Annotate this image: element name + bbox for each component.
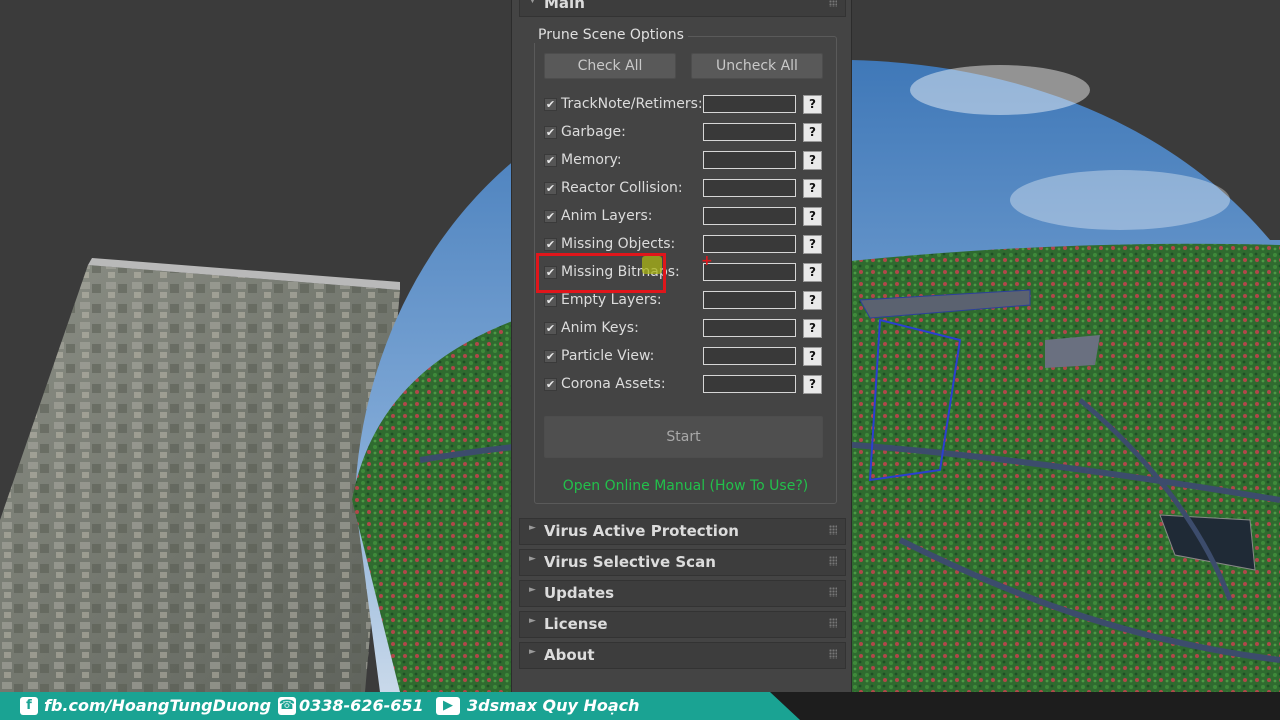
cursor-highlight [642,256,662,274]
option-label: Particle View: [561,348,655,364]
prune-option-row: ✔ Empty Layers:? [544,290,828,312]
rollout-header[interactable]: ► Virus Active Protection [519,518,846,545]
rollout-main[interactable]: ▼ Main [519,0,846,17]
option-checkbox[interactable]: ✔ [544,182,557,195]
rollout-title: Main [544,0,585,12]
help-button[interactable]: ? [803,291,822,310]
option-result-field[interactable] [703,347,796,365]
crosshair-marker-icon: + [701,253,713,269]
option-label: Missing Objects: [561,236,676,252]
help-button[interactable]: ? [803,319,822,338]
option-checkbox[interactable]: ✔ [544,98,557,111]
drag-grip-icon [829,525,837,535]
option-label: Empty Layers: [561,292,662,308]
option-result-field[interactable] [703,207,796,225]
drag-grip-icon [829,556,837,566]
prune-option-row: ✔ Reactor Collision:? [544,178,828,200]
expand-arrow-icon: ► [529,554,536,564]
option-result-field[interactable] [703,375,796,393]
group-title: Prune Scene Options [534,27,688,43]
start-button[interactable]: Start [544,416,823,458]
option-result-field[interactable] [703,179,796,197]
facebook-icon: f [20,697,38,715]
option-label: TrackNote/Retimers: [561,96,703,112]
option-label: Reactor Collision: [561,180,683,196]
rollout-title: Updates [544,584,615,602]
prune-option-row: ✔ Particle View:? [544,346,828,368]
collapse-arrow-icon: ▼ [529,0,536,5]
drag-grip-icon [829,587,837,597]
option-result-field[interactable] [703,151,796,169]
prune-option-row: ✔ Memory:? [544,150,828,172]
phone-number: 0338-626-651 [299,696,424,715]
option-checkbox[interactable]: ✔ [544,378,557,391]
footer-bar: f fb.com/HoangTungDuong ☎ 0338-626-651 ▶… [0,692,1280,720]
prune-option-row: ✔ TrackNote/Retimers:? [544,94,828,116]
rollout-title: Virus Selective Scan [544,553,716,571]
rollout-header[interactable]: ► About [519,642,846,669]
facebook-link[interactable]: fb.com/HoangTungDuong [44,696,271,715]
youtube-channel[interactable]: 3dsmax Quy Hoạch [467,696,640,715]
online-manual-link[interactable]: Open Online Manual (How To Use?) [534,478,837,494]
drag-grip-icon [829,649,837,659]
drag-grip-icon [829,618,837,628]
option-checkbox[interactable]: ✔ [544,350,557,363]
option-label: Garbage: [561,124,626,140]
prune-option-row: ✔ Garbage:? [544,122,828,144]
help-button[interactable]: ? [803,151,822,170]
option-checkbox[interactable]: ✔ [544,126,557,139]
help-button[interactable]: ? [803,123,822,142]
option-checkbox[interactable]: ✔ [544,154,557,167]
option-label: Corona Assets: [561,376,666,392]
prune-scene-panel: ▼ Main Prune Scene Options Check All Unc… [511,0,852,692]
help-button[interactable]: ? [803,347,822,366]
option-checkbox[interactable]: ✔ [544,294,557,307]
rollout-header[interactable]: ► Updates [519,580,846,607]
phone-icon: ☎ [278,697,296,715]
help-button[interactable]: ? [803,263,822,282]
help-button[interactable]: ? [803,375,822,394]
option-checkbox[interactable]: ✔ [544,210,557,223]
option-result-field[interactable] [703,263,796,281]
prune-option-row: ✔ Anim Keys:? [544,318,828,340]
option-label: Memory: [561,152,622,168]
uncheck-all-button[interactable]: Uncheck All [691,53,823,79]
prune-option-row: ✔ Corona Assets:? [544,374,828,396]
rollout-title: License [544,615,608,633]
rollout-header[interactable]: ► Virus Selective Scan [519,549,846,576]
check-all-button[interactable]: Check All [544,53,676,79]
option-checkbox[interactable]: ✔ [544,322,557,335]
option-checkbox[interactable]: ✔ [544,238,557,251]
rollout-header[interactable]: ► License [519,611,846,638]
expand-arrow-icon: ► [529,616,536,626]
option-result-field[interactable] [703,235,796,253]
rollout-title: About [544,646,595,664]
help-button[interactable]: ? [803,207,822,226]
rollout-title: Virus Active Protection [544,522,739,540]
option-label: Anim Keys: [561,320,639,336]
option-label: Anim Layers: [561,208,653,224]
prune-option-row: ✔ Anim Layers:? [544,206,828,228]
help-button[interactable]: ? [803,179,822,198]
drag-grip-icon [829,0,837,7]
help-button[interactable]: ? [803,235,822,254]
expand-arrow-icon: ► [529,523,536,533]
option-result-field[interactable] [703,95,796,113]
option-result-field[interactable] [703,123,796,141]
expand-arrow-icon: ► [529,585,536,595]
youtube-icon: ▶ [436,697,460,715]
expand-arrow-icon: ► [529,647,536,657]
option-result-field[interactable] [703,291,796,309]
help-button[interactable]: ? [803,95,822,114]
option-result-field[interactable] [703,319,796,337]
